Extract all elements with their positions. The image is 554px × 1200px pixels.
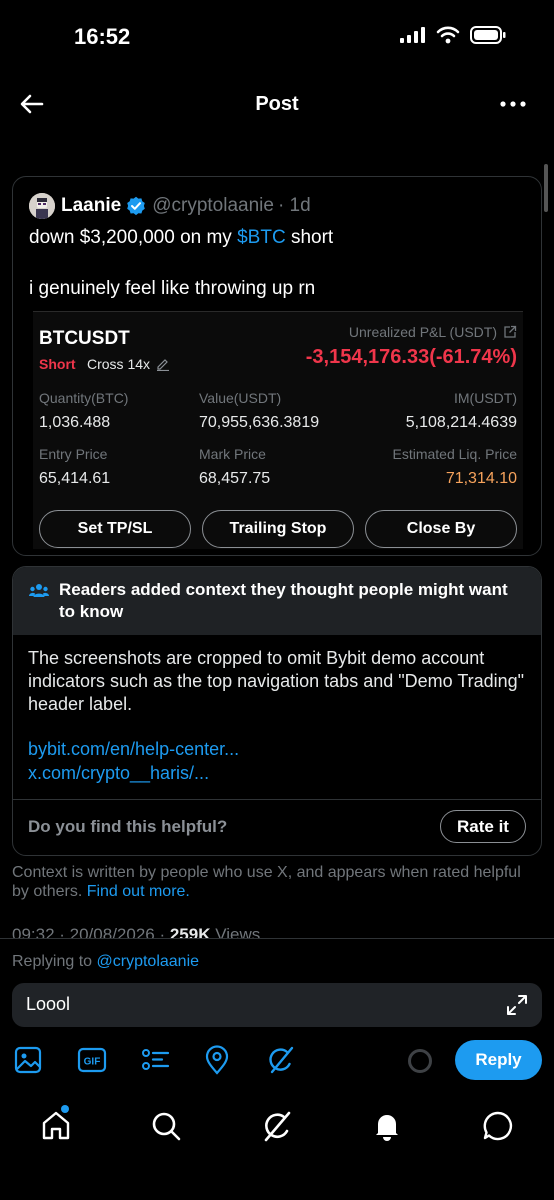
reply-input-box[interactable]: Loool bbox=[12, 983, 542, 1027]
im-label: IM(USDT) bbox=[454, 390, 517, 406]
post-meta: 09:32 · 20/08/2026 · 259K Views bbox=[12, 925, 260, 939]
position-screenshot[interactable]: BTCUSDT Short Cross 14x Unrealized P&L (… bbox=[33, 311, 523, 549]
position-symbol: BTCUSDT bbox=[39, 328, 130, 349]
liq-price-value: 71,314.10 bbox=[445, 470, 517, 487]
value-value: 70,955,636.3819 bbox=[199, 414, 320, 431]
grok-tab-icon[interactable] bbox=[260, 1109, 294, 1143]
find-out-more-link[interactable]: Find out more. bbox=[87, 883, 190, 900]
divider bbox=[13, 799, 541, 800]
edit-pencil-icon bbox=[157, 359, 170, 371]
grok-icon[interactable] bbox=[266, 1045, 296, 1075]
replying-handle-link[interactable]: @cryptolaanie bbox=[97, 953, 200, 970]
post-age: · 1d bbox=[277, 195, 311, 216]
community-note-title: Readers added context they thought peopl… bbox=[59, 580, 508, 621]
status-time: 16:52 bbox=[74, 24, 131, 49]
image-icon[interactable] bbox=[13, 1045, 43, 1075]
mark-price-value: 68,457.75 bbox=[199, 470, 271, 487]
avatar[interactable] bbox=[29, 193, 55, 219]
status-icons bbox=[400, 26, 506, 44]
note-source-link-1[interactable]: bybit.com/en/help-center... bbox=[28, 739, 239, 760]
author-name[interactable]: Laanie bbox=[61, 195, 121, 217]
post-author[interactable]: Laanie @cryptolaanie · 1d bbox=[61, 195, 311, 217]
context-footer: Context is written by people who use X, … bbox=[12, 863, 532, 901]
gif-icon[interactable]: GIF bbox=[77, 1045, 107, 1075]
wifi-icon bbox=[436, 26, 460, 44]
home-icon[interactable] bbox=[39, 1109, 73, 1143]
community-note-header: Readers added context they thought peopl… bbox=[13, 567, 541, 635]
entry-price-label: Entry Price bbox=[39, 446, 108, 462]
position-side: Short bbox=[39, 356, 76, 372]
signal-icon bbox=[400, 27, 425, 43]
avatar-image bbox=[29, 193, 55, 219]
views-count: 259K bbox=[169, 925, 211, 939]
reply-composer: Replying to @cryptolaanie Loool GIF Repl… bbox=[0, 938, 554, 1200]
rate-it-button[interactable]: Rate it bbox=[440, 810, 526, 843]
quantity-value: 1,036.488 bbox=[39, 414, 111, 431]
location-icon[interactable] bbox=[202, 1045, 232, 1075]
poll-icon[interactable] bbox=[140, 1045, 170, 1075]
reply-button[interactable]: Reply bbox=[455, 1040, 542, 1080]
community-note: Readers added context they thought peopl… bbox=[12, 566, 542, 856]
reply-input[interactable]: Loool bbox=[26, 994, 70, 1015]
messages-icon[interactable] bbox=[481, 1109, 515, 1143]
share-icon bbox=[504, 325, 517, 338]
post-text: down $3,200,000 on my bbox=[29, 227, 238, 248]
trailing-stop-button[interactable]: Trailing Stop bbox=[202, 510, 354, 548]
entry-price-value: 65,414.61 bbox=[39, 470, 111, 487]
more-options-icon[interactable] bbox=[498, 92, 528, 116]
note-source-link-2[interactable]: x.com/crypto__haris/... bbox=[28, 763, 209, 784]
page-title: Post bbox=[255, 93, 299, 115]
search-icon[interactable] bbox=[149, 1109, 183, 1143]
post-timestamp: 09:32 · 20/08/2026 · bbox=[12, 925, 170, 939]
mark-price-label: Mark Price bbox=[199, 446, 266, 462]
close-by-button[interactable]: Close By bbox=[365, 510, 517, 548]
notifications-icon[interactable] bbox=[370, 1109, 404, 1143]
margin-label: Cross 14x bbox=[87, 356, 151, 372]
verified-badge-icon bbox=[127, 196, 146, 216]
community-note-body: The screenshots are cropped to omit Bybi… bbox=[28, 648, 525, 714]
scrollbar[interactable] bbox=[544, 164, 548, 212]
liq-price-label: Estimated Liq. Price bbox=[392, 446, 518, 462]
replying-prefix: Replying to bbox=[12, 953, 97, 970]
im-value: 5,108,214.4639 bbox=[405, 414, 517, 431]
views-label: Views bbox=[210, 925, 261, 939]
position-margin: Cross 14x bbox=[87, 356, 170, 372]
quoted-post-card[interactable]: Laanie @cryptolaanie · 1d down $3,200,00… bbox=[12, 176, 542, 556]
character-count-ring bbox=[408, 1049, 432, 1073]
cashtag-link[interactable]: $BTC bbox=[237, 227, 286, 248]
replying-to: Replying to @cryptolaanie bbox=[12, 953, 199, 971]
post-text: short bbox=[285, 227, 334, 248]
quantity-label: Quantity(BTC) bbox=[39, 390, 129, 406]
post-text-line-1: down $3,200,000 on my $BTC short bbox=[29, 227, 333, 249]
post-text-line-2: i genuinely feel like throwing up rn bbox=[29, 278, 316, 299]
value-label: Value(USDT) bbox=[199, 390, 282, 406]
set-tp-sl-button[interactable]: Set TP/SL bbox=[39, 510, 191, 548]
battery-icon bbox=[470, 26, 506, 44]
author-handle[interactable]: @cryptolaanie bbox=[152, 195, 274, 217]
upnl-label-text: Unrealized P&L (USDT) bbox=[348, 324, 497, 340]
upnl-value: -3,154,176.33(-61.74%) bbox=[305, 346, 517, 368]
people-icon bbox=[29, 584, 49, 597]
helpful-question: Do you find this helpful? bbox=[28, 817, 228, 836]
upnl-label: Unrealized P&L (USDT) bbox=[349, 324, 517, 340]
svg-text:GIF: GIF bbox=[84, 1057, 101, 1068]
expand-icon[interactable] bbox=[506, 994, 528, 1016]
